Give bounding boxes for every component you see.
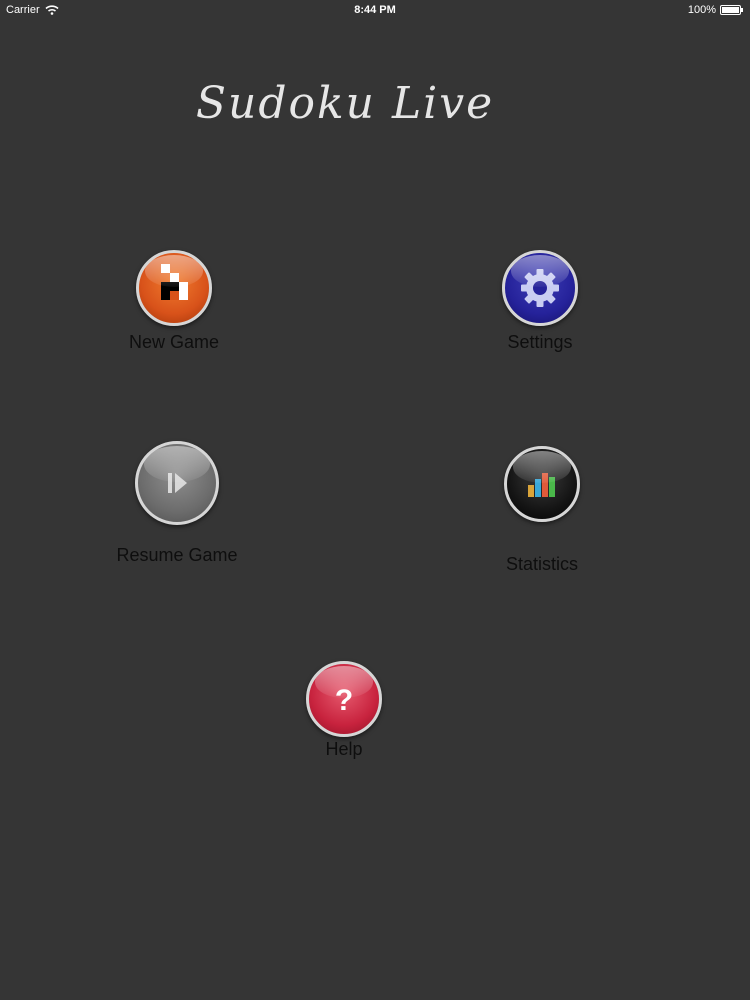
help-orb[interactable]: ? bbox=[306, 661, 382, 737]
battery-percent: 100% bbox=[687, 4, 716, 16]
battery-indicator: 100% bbox=[688, 4, 744, 16]
resume-game-label: Resume Game bbox=[116, 545, 238, 565]
statistics-label: Statistics bbox=[505, 554, 579, 574]
app-title: Sudoku Live bbox=[195, 78, 495, 129]
statistics-button[interactable]: Statistics bbox=[442, 446, 642, 575]
new-game-label: New Game bbox=[128, 332, 220, 352]
battery-icon bbox=[720, 5, 743, 15]
status-bar: Carrier 8:44 PM 100% bbox=[0, 0, 750, 22]
grid-blocks-icon bbox=[161, 264, 188, 300]
help-button[interactable]: ? Help bbox=[244, 661, 444, 760]
new-game-orb[interactable] bbox=[136, 250, 212, 326]
resume-game-button[interactable]: Resume Game bbox=[77, 441, 277, 566]
gear-icon bbox=[521, 269, 559, 307]
question-mark-icon: ? bbox=[335, 684, 353, 717]
resume-game-orb[interactable] bbox=[135, 441, 219, 525]
status-time: 8:44 PM bbox=[354, 4, 396, 16]
statistics-orb[interactable] bbox=[504, 446, 580, 522]
play-pause-icon bbox=[168, 473, 187, 493]
settings-label: Settings bbox=[507, 332, 573, 352]
help-label: Help bbox=[325, 739, 363, 759]
settings-orb[interactable] bbox=[502, 250, 578, 326]
bar-chart-icon bbox=[528, 473, 555, 497]
settings-button[interactable]: Settings bbox=[440, 250, 640, 353]
new-game-button[interactable]: New Game bbox=[74, 250, 274, 353]
svg-text:?: ? bbox=[335, 684, 353, 717]
